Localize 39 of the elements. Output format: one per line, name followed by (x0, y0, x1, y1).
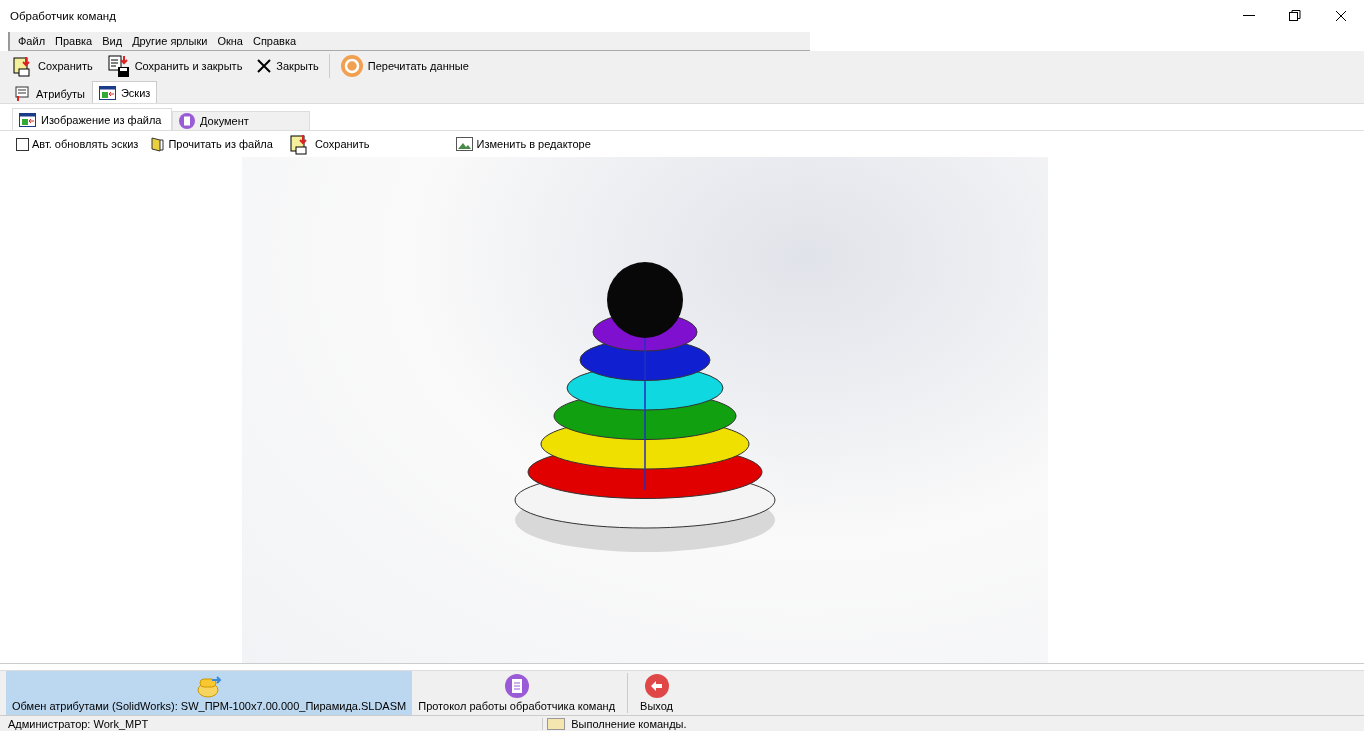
toolbar-button[interactable]: Сохранить (8, 52, 97, 80)
folder-icon (150, 136, 165, 152)
close-icon (256, 58, 273, 74)
status-icon (547, 717, 566, 730)
menu-item[interactable]: Файл (18, 35, 46, 47)
tab[interactable]: Изображение из файла (12, 108, 172, 130)
minimize-icon[interactable] (1243, 15, 1255, 17)
toolbar-button[interactable]: Перечитать данные (335, 52, 473, 80)
taskbar-button[interactable]: Протокол работы обработчика команд (412, 671, 622, 715)
window-title: Обработчик команд (10, 10, 117, 22)
menu-item[interactable]: Вид (102, 35, 123, 47)
document-icon (179, 113, 195, 129)
picture-icon (98, 85, 116, 100)
menu-item[interactable]: Другие ярлыки (132, 35, 208, 47)
exit-icon (644, 674, 669, 698)
menu-item[interactable]: Справка (252, 35, 297, 47)
toolbar-button[interactable]: Сохранить и закрыть (102, 52, 247, 80)
toolbar-button[interactable]: Прочитать из файла (146, 130, 277, 158)
close-icon[interactable] (1335, 10, 1347, 22)
menu-item[interactable]: Правка (55, 35, 93, 47)
image-icon (455, 137, 473, 151)
refresh-icon (339, 54, 364, 78)
menu-item[interactable]: Окна (217, 35, 243, 47)
restore-icon[interactable] (1289, 10, 1301, 22)
exchange-icon (196, 674, 223, 698)
tab[interactable]: Эскиз (91, 81, 158, 103)
form-icon (15, 86, 31, 102)
save-icon (106, 54, 131, 78)
toolbar-button[interactable]: Сохранить (284, 130, 374, 158)
document-icon (504, 674, 529, 698)
checkbox[interactable] (16, 137, 29, 151)
taskbar-button[interactable]: Выход (634, 671, 679, 715)
tab[interactable]: Документ (172, 111, 310, 130)
status-user: Администратор: Work_MPT (7, 717, 149, 730)
status-message: Выполнение команды. (571, 717, 687, 730)
picture-icon (19, 112, 36, 127)
checkbox-label: Авт. обновлять эскиз (32, 138, 139, 150)
taskbar-button[interactable]: Обмен атрибутами (SolidWorks): SW_ПРМ-100x7.00.000_Пирамида.SLDASM (6, 671, 413, 715)
toolbar-button[interactable]: Закрыть (252, 52, 323, 80)
